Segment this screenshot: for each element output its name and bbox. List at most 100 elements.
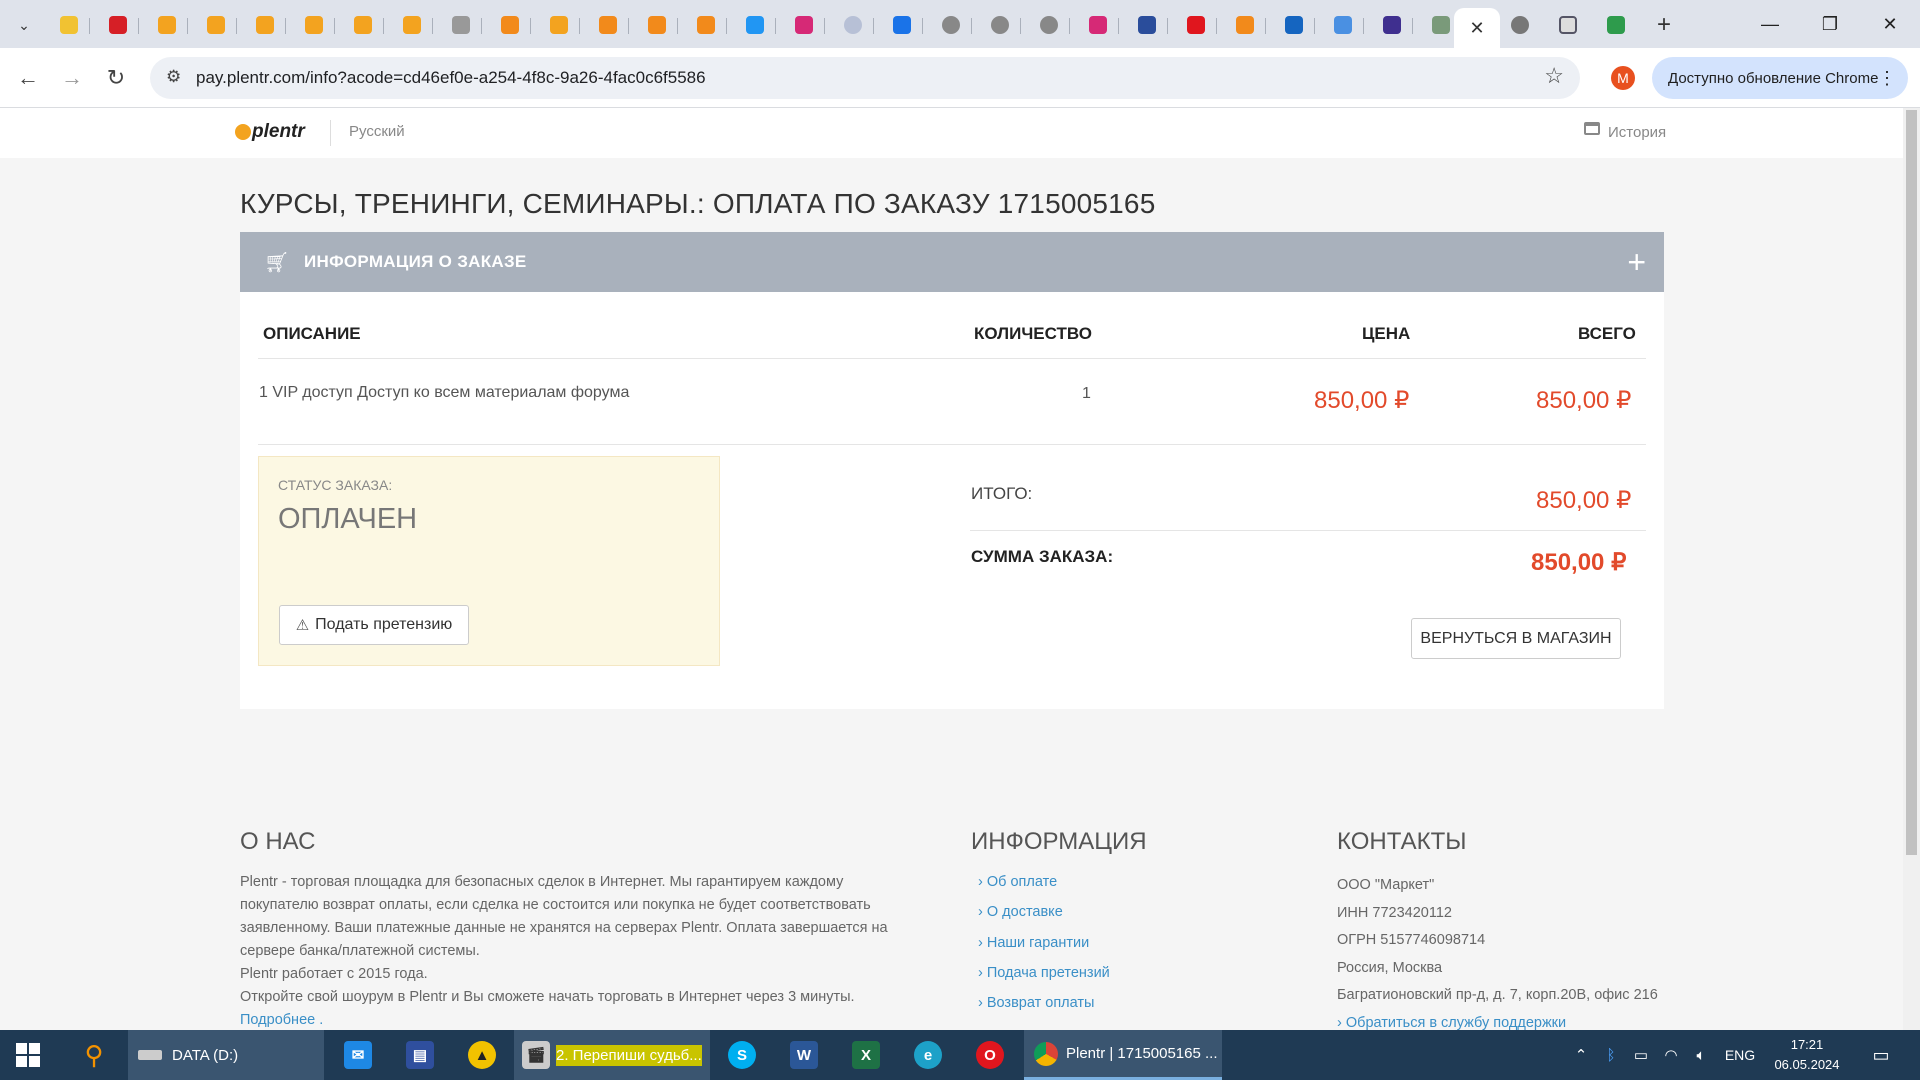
tray-battery[interactable]: ▭: [1626, 1030, 1656, 1080]
chrome-update-button[interactable]: Доступно обновление Chrome ⋮: [1652, 57, 1908, 99]
info-link-refund[interactable]: › Возврат оплаты: [978, 995, 1094, 1011]
tab-separator: [579, 18, 580, 34]
tab-separator: [1314, 18, 1315, 34]
yellow-triangle-icon: ▲: [468, 1041, 496, 1069]
instagram-icon: [1089, 16, 1107, 34]
taskbar-chrome[interactable]: Plentr | 1715005165 ...: [1024, 1030, 1222, 1080]
back-button[interactable]: ←: [10, 60, 46, 96]
star-icon[interactable]: ☆: [1544, 63, 1564, 89]
tray-expand[interactable]: ⌃: [1566, 1030, 1596, 1080]
browser-tab[interactable]: [588, 8, 629, 42]
cart-icon: 🛒︎: [264, 252, 290, 274]
browser-tab[interactable]: [196, 8, 237, 42]
active-tab[interactable]: ✕: [1454, 8, 1500, 48]
browser-tab[interactable]: [1078, 8, 1119, 42]
browser-tab[interactable]: [1274, 8, 1315, 42]
browser-tab[interactable]: [98, 8, 139, 42]
browser-tab[interactable]: [294, 8, 335, 42]
order-panel-header[interactable]: 🛒︎ ИНФОРМАЦИЯ О ЗАКАЗЕ +: [240, 232, 1664, 292]
tray-clock[interactable]: 17:21 06.05.2024: [1764, 1030, 1850, 1080]
browser-tab[interactable]: [637, 8, 678, 42]
tray-bluetooth[interactable]: ᛒ: [1596, 1030, 1626, 1080]
back-to-shop-button[interactable]: ВЕРНУТЬСЯ В МАГАЗИН: [1411, 618, 1621, 659]
history-icon[interactable]: [1584, 122, 1600, 135]
claim-button[interactable]: ⚠ Подать претензию: [279, 605, 469, 645]
browser-tab[interactable]: [980, 8, 1021, 42]
chat-icon: [893, 16, 911, 34]
tray-network[interactable]: ◠: [1656, 1030, 1686, 1080]
gmail-icon: [60, 16, 78, 34]
taskbar-word[interactable]: W: [782, 1030, 826, 1080]
browser-tab[interactable]: [245, 8, 286, 42]
browser-tab[interactable]: [1323, 8, 1364, 42]
history-link[interactable]: История: [1608, 124, 1666, 141]
info-link-delivery[interactable]: › О доставке: [978, 904, 1063, 920]
order-sum-label: СУММА ЗАКАЗА:: [971, 547, 1114, 566]
about-more-link[interactable]: Подробнее .: [240, 1009, 890, 1030]
site-logo[interactable]: plentr: [252, 121, 305, 143]
taskbar-edge[interactable]: e: [906, 1030, 950, 1080]
restore-button[interactable]: ❐: [1800, 0, 1860, 48]
new-tab-button[interactable]: +: [1644, 8, 1684, 42]
reload-button[interactable]: ↻: [98, 60, 134, 96]
window-close-button[interactable]: ✕: [1860, 0, 1920, 48]
info-link-payment[interactable]: › Об оплате: [978, 874, 1057, 890]
expand-plus-icon[interactable]: +: [1627, 244, 1646, 281]
info-link-claims[interactable]: › Подача претензий: [978, 965, 1110, 981]
tab-sheet[interactable]: [1596, 8, 1636, 42]
taskbar-app-yellow[interactable]: ▲: [460, 1030, 504, 1080]
scrollbar-thumb[interactable]: [1906, 110, 1917, 855]
taskbar-skype[interactable]: S: [720, 1030, 764, 1080]
taskbar-drive[interactable]: DATA (D:): [128, 1030, 324, 1080]
taskbar-save[interactable]: ▤: [398, 1030, 442, 1080]
close-icon[interactable]: ✕: [1469, 18, 1484, 39]
taskbar-excel[interactable]: X: [844, 1030, 888, 1080]
language-selector[interactable]: Русский: [349, 123, 405, 140]
browser-tab[interactable]: [490, 8, 531, 42]
address-bar[interactable]: ⚙ pay.plentr.com/info?acode=cd46ef0e-a25…: [150, 57, 1580, 99]
start-button[interactable]: [0, 1030, 56, 1080]
browser-tab[interactable]: [49, 8, 90, 42]
browser-tab[interactable]: [1127, 8, 1168, 42]
browser-tab[interactable]: [1176, 8, 1217, 42]
notifications-button[interactable]: ▭: [1856, 1030, 1906, 1080]
taskbar-mail[interactable]: ✉: [336, 1030, 380, 1080]
tab-separator: [1069, 18, 1070, 34]
browser-tab[interactable]: [1029, 8, 1070, 42]
browser-tab[interactable]: [392, 8, 433, 42]
url-text[interactable]: pay.plentr.com/info?acode=cd46ef0e-a254-…: [196, 68, 706, 88]
tab-search-button[interactable]: ⌄: [4, 8, 44, 42]
profile-avatar[interactable]: M: [1611, 66, 1635, 90]
search-button[interactable]: ⚲: [72, 1030, 116, 1080]
tray-language[interactable]: ENG: [1720, 1030, 1760, 1080]
browser-tab[interactable]: [931, 8, 972, 42]
tab-separator: [285, 18, 286, 34]
browser-tab[interactable]: [539, 8, 580, 42]
info-link-guarantees[interactable]: › Наши гарантии: [978, 935, 1089, 951]
tab-globe[interactable]: [1500, 8, 1540, 42]
browser-tab[interactable]: [1372, 8, 1413, 42]
browser-tab[interactable]: [686, 8, 727, 42]
site-settings-icon[interactable]: ⚙: [166, 67, 181, 87]
forward-button[interactable]: →: [54, 60, 90, 96]
browser-tab[interactable]: [735, 8, 776, 42]
chrome-icon: [1034, 1041, 1058, 1066]
browser-tab[interactable]: [147, 8, 188, 42]
info-link-label: Подача претензий: [986, 965, 1110, 981]
support-link[interactable]: › Обратиться в службу поддержки: [1337, 1010, 1658, 1031]
browser-tab[interactable]: [343, 8, 384, 42]
browser-tab[interactable]: [833, 8, 874, 42]
tab-separator: [432, 18, 433, 34]
minimize-button[interactable]: —: [1740, 0, 1800, 48]
divider: [258, 444, 1646, 445]
browser-tab[interactable]: [441, 8, 482, 42]
browser-tab[interactable]: [784, 8, 825, 42]
taskbar-media[interactable]: 🎬︎ 2. Перепиши судьб...: [514, 1030, 710, 1080]
taskbar-opera[interactable]: O: [968, 1030, 1012, 1080]
tab-mail[interactable]: [1548, 8, 1588, 42]
tab-separator: [775, 18, 776, 34]
tray-volume[interactable]: 🔈︎: [1686, 1030, 1716, 1080]
update-label: Доступно обновление Chrome: [1668, 69, 1879, 87]
browser-tab[interactable]: [882, 8, 923, 42]
browser-tab[interactable]: [1225, 8, 1266, 42]
